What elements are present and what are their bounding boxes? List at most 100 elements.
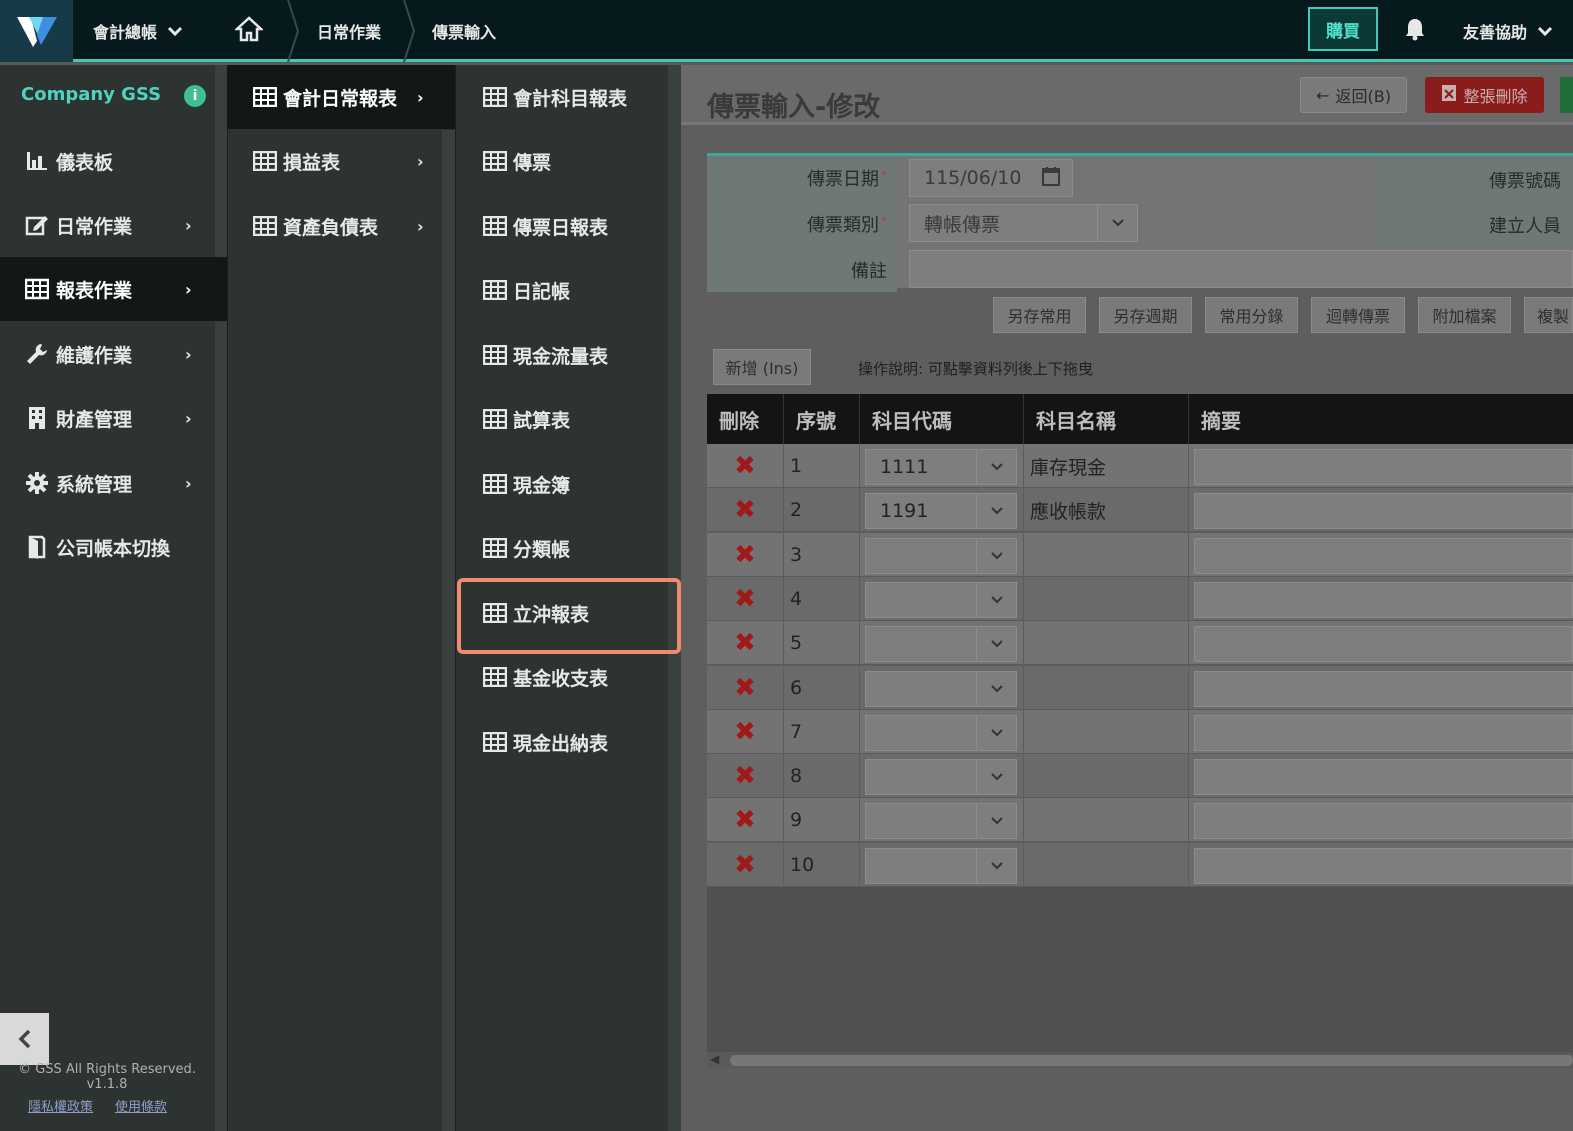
summary-input[interactable] [1194, 537, 1573, 574]
copy-button[interactable]: 複製 [1524, 297, 1573, 333]
notification-button[interactable] [1404, 0, 1426, 62]
report-item[interactable]: 會計科目報表 [455, 65, 681, 129]
add-row-button[interactable]: 新增 (Ins) [713, 349, 811, 385]
summary-input[interactable] [1194, 626, 1573, 663]
account-code-select[interactable] [865, 670, 1017, 707]
memo-input[interactable] [909, 250, 1573, 288]
sidebar-item-reports[interactable]: 報表作業 › [0, 257, 227, 321]
submenu-item-income-statement[interactable]: 損益表 › [227, 129, 455, 193]
table-row[interactable]: ✖ 8 [707, 754, 1573, 799]
account-code-select[interactable]: 1111 [865, 449, 1017, 485]
attach-file-button[interactable]: 附加檔案 [1418, 297, 1511, 333]
delete-all-button[interactable]: 整張刪除 [1425, 77, 1544, 113]
table-row[interactable]: ✖ 10 [707, 842, 1573, 887]
table-row[interactable]: ✖ 2 1191 應收帳款 [707, 488, 1573, 533]
delete-row-icon[interactable]: ✖ [734, 495, 756, 525]
calendar-icon[interactable] [1042, 166, 1060, 191]
account-code-select[interactable] [865, 581, 1017, 618]
sidebar-item-maintenance[interactable]: 維護作業 › [0, 322, 227, 386]
info-icon[interactable]: i [184, 85, 206, 107]
table-row[interactable]: ✖ 4 [707, 576, 1573, 621]
terms-link[interactable]: 使用條款 [115, 1100, 167, 1115]
home-button[interactable] [233, 0, 265, 62]
table-icon [483, 538, 507, 558]
sidebar-item-daily[interactable]: 日常作業 › [0, 193, 227, 257]
summary-input[interactable] [1194, 581, 1573, 618]
scrollbar-thumb[interactable] [730, 1055, 1573, 1066]
account-code-select[interactable] [865, 714, 1017, 751]
delete-row-icon[interactable]: ✖ [734, 850, 756, 880]
module-dropdown[interactable]: 會計總帳 [93, 0, 183, 62]
delete-row-icon[interactable]: ✖ [734, 628, 756, 658]
submenu-item-daily-reports[interactable]: 會計日常報表 › [227, 65, 455, 129]
summary-input[interactable] [1194, 714, 1573, 751]
sidebar-collapse-button[interactable] [0, 1013, 49, 1065]
chevron-right-icon: › [185, 344, 192, 364]
sidebar-item-dashboard[interactable]: 儀表板 [0, 129, 227, 193]
delete-row-icon[interactable]: ✖ [734, 540, 756, 570]
report-item-label: 會計科目報表 [513, 87, 628, 110]
submenu-item-balance-sheet[interactable]: 資產負債表 › [227, 194, 455, 258]
privacy-link[interactable]: 隱私權政策 [28, 1100, 93, 1115]
submenu-item-label: 資產負債表 [283, 216, 379, 239]
account-code-select[interactable] [865, 537, 1017, 574]
back-button[interactable]: ← 返回(B) [1300, 77, 1407, 113]
delete-row-icon[interactable]: ✖ [734, 451, 756, 481]
bell-icon [1404, 17, 1426, 45]
app-logo[interactable] [0, 0, 73, 62]
delete-row-icon[interactable]: ✖ [734, 761, 756, 791]
help-dropdown[interactable]: 友善協助 [1463, 0, 1553, 62]
account-code-select[interactable] [865, 803, 1017, 840]
report-item[interactable]: 分類帳 [455, 516, 681, 580]
account-code-select[interactable] [865, 847, 1017, 884]
scroll-left-icon[interactable]: ◀ [710, 1052, 719, 1066]
reverse-voucher-button[interactable]: 迴轉傳票 [1311, 297, 1405, 333]
summary-input[interactable] [1194, 847, 1573, 884]
common-entries-button[interactable]: 常用分錄 [1205, 297, 1298, 333]
table-row[interactable]: ✖ 7 [707, 709, 1573, 754]
account-code-select[interactable] [865, 759, 1017, 796]
table-row[interactable]: ✖ 3 [707, 532, 1573, 577]
report-item[interactable]: 現金簿 [455, 452, 681, 516]
table-row[interactable]: ✖ 5 [707, 621, 1573, 666]
report-item[interactable]: 傳票日報表 [455, 194, 681, 258]
summary-input[interactable] [1194, 803, 1573, 840]
report-item[interactable]: 現金流量表 [455, 323, 681, 387]
account-code-select[interactable]: 1191 [865, 493, 1017, 530]
report-item[interactable]: 基金收支表 [455, 645, 681, 709]
save-as-periodic-button[interactable]: 另存週期 [1099, 297, 1192, 333]
table-icon [483, 87, 507, 107]
delete-row-icon[interactable]: ✖ [734, 673, 756, 703]
report-item[interactable]: 日記帳 [455, 258, 681, 322]
table-row[interactable]: ✖ 9 [707, 798, 1573, 843]
sidebar-item-system[interactable]: 系統管理 › [0, 451, 227, 515]
delete-row-icon[interactable]: ✖ [734, 584, 756, 614]
chevron-down-icon [976, 671, 1017, 706]
summary-input[interactable] [1194, 759, 1573, 796]
summary-input[interactable] [1194, 493, 1573, 530]
home-icon [233, 16, 265, 46]
report-item-label: 傳票 [513, 151, 552, 174]
report-item[interactable]: 現金出納表 [455, 710, 681, 774]
date-input[interactable]: 115/06/10 [909, 159, 1073, 197]
voucher-type-select[interactable]: 轉帳傳票 [909, 204, 1138, 242]
account-code-select[interactable] [865, 626, 1017, 663]
report-item[interactable]: 試算表 [455, 387, 681, 451]
sidebar-item-switch-book[interactable]: 公司帳本切換 [0, 515, 227, 579]
edit-icon [24, 213, 50, 237]
summary-input[interactable] [1194, 670, 1573, 707]
seq-cell: 9 [784, 798, 860, 843]
table-icon [483, 409, 507, 429]
breadcrumb-item-daily[interactable]: 日常作業 [317, 0, 381, 62]
save-as-common-button[interactable]: 另存常用 [993, 297, 1086, 333]
delete-row-icon[interactable]: ✖ [734, 805, 756, 835]
summary-input[interactable] [1194, 449, 1573, 485]
buy-button[interactable]: 購買 [1308, 7, 1378, 51]
table-row[interactable]: ✖ 6 [707, 665, 1573, 710]
delete-row-icon[interactable]: ✖ [734, 717, 756, 747]
sidebar-item-assets[interactable]: 財產管理 › [0, 386, 227, 450]
table-row[interactable]: ✖ 1 1111 庫存現金 [707, 444, 1573, 488]
save-button[interactable] [1560, 77, 1573, 113]
report-item[interactable]: 傳票 [455, 129, 681, 193]
seq-cell: 1 [784, 444, 860, 488]
